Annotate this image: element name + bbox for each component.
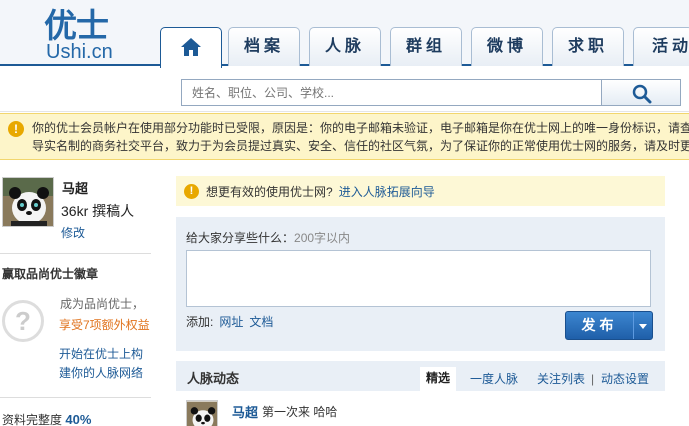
tip-question: 想更有效的使用优士网? <box>206 185 333 199</box>
panda-avatar-image <box>3 178 53 226</box>
share-textarea[interactable] <box>186 250 651 307</box>
badge-description: 成为品尚优士， <box>60 297 145 311</box>
badge-heading: 赢取品尚优士徽章 <box>2 267 99 281</box>
feed-item-text: 第一次来 哈哈 <box>262 405 338 419</box>
account-restriction-warning: ! 你的优士会员帐户在使用部分功能时已受限，原因是：你的电子邮箱未验证，电子邮箱… <box>0 113 689 160</box>
search-bar <box>0 68 689 112</box>
feed-item-author[interactable]: 马超 <box>232 402 258 421</box>
tab-home[interactable] <box>160 27 222 68</box>
feed-item-avatar[interactable] <box>186 400 218 426</box>
profile-completeness: 资料完整度 40% <box>2 411 91 426</box>
edit-profile-link[interactable]: 修改 <box>61 224 85 241</box>
logo-english: Ushi.cn <box>46 41 113 63</box>
divider <box>0 397 151 398</box>
profile-completeness-label: 资料完整度 <box>2 413 63 426</box>
tab-following[interactable]: 关注列表 <box>537 369 585 389</box>
info-icon: ! <box>184 184 199 199</box>
tab-events[interactable]: 活动 <box>633 27 689 66</box>
tab-contacts[interactable]: 人脉 <box>309 27 381 66</box>
tab-profile[interactable]: 档案 <box>228 27 300 66</box>
tip-text: 想更有效的使用优士网? 进入人脉拓展向导 <box>206 183 435 200</box>
tab-featured[interactable]: 精选 <box>420 367 457 391</box>
share-prompt: 给大家分享些什么：200字以内 <box>186 229 350 246</box>
share-attachments: 添加: 网址 文档 <box>186 313 273 330</box>
add-document-link[interactable]: 文档 <box>249 315 273 329</box>
user-headline: 36kr 撰稿人 <box>61 203 135 219</box>
warning-icon: ! <box>8 121 24 137</box>
avatar[interactable] <box>2 177 54 227</box>
search-input[interactable] <box>181 79 601 106</box>
tab-separator: | <box>591 372 595 386</box>
question-mark-icon: ? <box>2 300 44 342</box>
logo-chinese: 优士 <box>44 6 109 45</box>
profile-completeness-value: 40% <box>65 412 92 426</box>
tab-weibo[interactable]: 微博 <box>471 27 543 66</box>
tab-feed-settings[interactable]: 动态设置 <box>601 369 649 389</box>
publish-label: 发布 <box>581 317 618 333</box>
tab-jobs[interactable]: 求职 <box>552 27 624 66</box>
ushi-logo[interactable]: 优士 Ushi.cn <box>44 6 124 63</box>
publish-options-dropdown[interactable] <box>633 312 652 339</box>
feed-title: 人脉动态 <box>187 371 240 386</box>
warning-line-1: 你的优士会员帐户在使用部分功能时已受限，原因是：你的电子邮箱未验证，电子邮箱是你… <box>32 121 689 135</box>
guide-tip: ! 想更有效的使用优士网? 进入人脉拓展向导 <box>176 176 665 206</box>
share-length-hint: 200字以内 <box>294 231 351 245</box>
tab-groups[interactable]: 群组 <box>390 27 462 66</box>
top-header: 优士 Ushi.cn 档案 人脉 群组 微博 求职 活动 <box>0 0 689 68</box>
user-name[interactable]: 马超 <box>62 178 88 197</box>
feed-header: 人脉动态 精选 一度人脉 关注列表 | 动态设置 <box>176 361 665 391</box>
share-prompt-label: 给大家分享些什么： <box>186 231 295 245</box>
search-icon <box>632 84 652 104</box>
chevron-down-icon <box>639 324 647 329</box>
add-url-link[interactable]: 网址 <box>219 315 243 329</box>
panda-avatar-image <box>187 401 217 426</box>
network-wizard-link[interactable]: 进入人脉拓展向导 <box>339 185 435 199</box>
search-button[interactable] <box>601 79 681 106</box>
build-network-link[interactable]: 开始在优士上构建你的人脉网络 <box>59 345 154 383</box>
badge-benefits: 享受7项额外权益 <box>59 318 150 332</box>
home-icon <box>181 38 201 56</box>
divider <box>0 253 151 254</box>
add-label: 添加: <box>186 315 214 329</box>
publish-button[interactable]: 发布 <box>565 311 653 340</box>
share-panel: 给大家分享些什么：200字以内 添加: 网址 文档 发布 <box>176 217 665 351</box>
warning-text: 你的优士会员帐户在使用部分功能时已受限，原因是：你的电子邮箱未验证，电子邮箱是你… <box>32 119 689 155</box>
warning-line-2: 导实名制的商务社交平台，致力于为会员提过真实、安全、信任的社区气氛，为了保证你的… <box>32 139 689 153</box>
tab-first-degree[interactable]: 一度人脉 <box>470 369 518 389</box>
